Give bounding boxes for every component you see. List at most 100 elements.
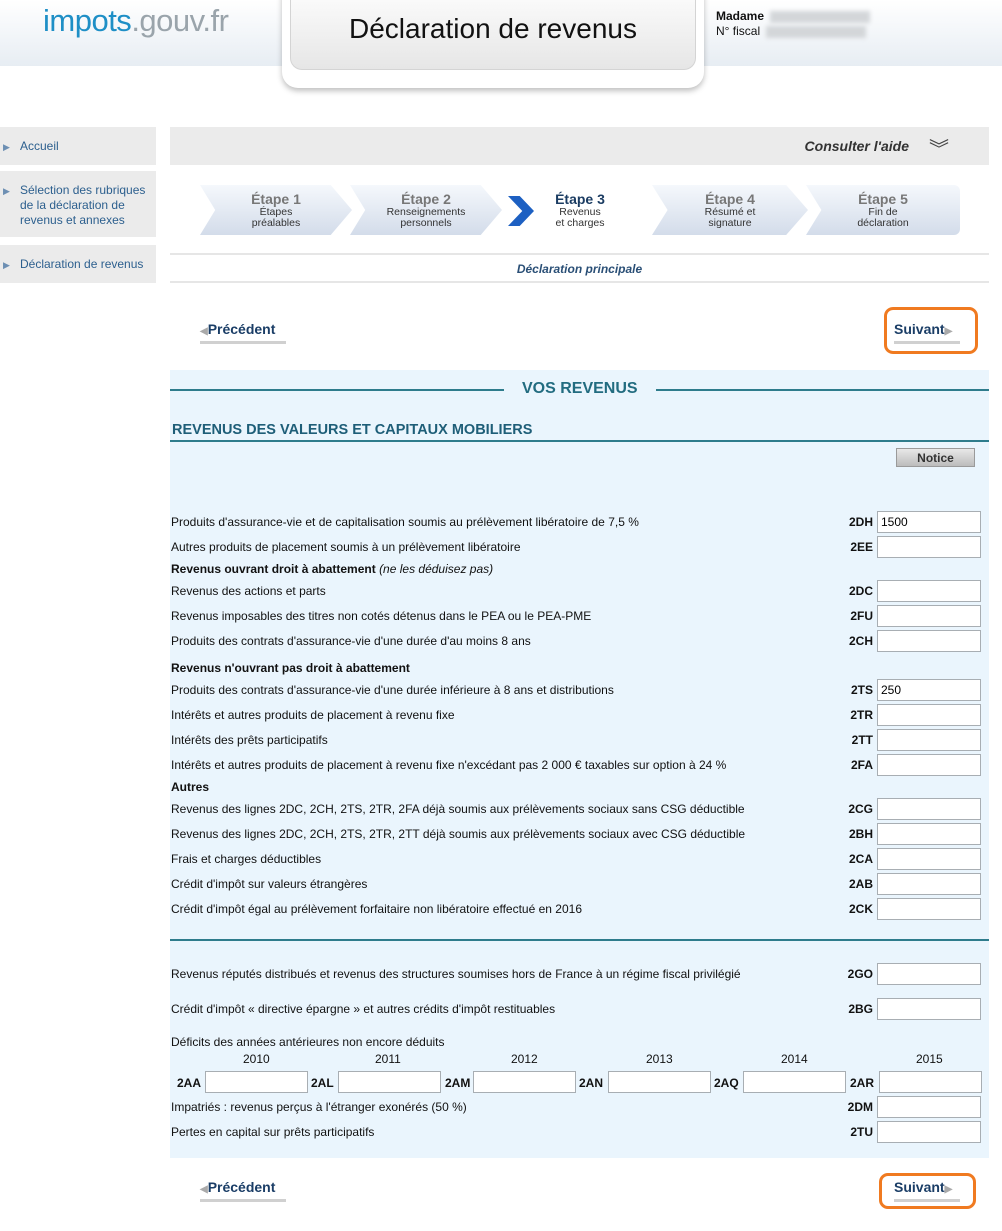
declaration-principale-title: Déclaration principale bbox=[170, 253, 989, 283]
form-row-2ca: Frais et charges déductibles 2CA bbox=[171, 848, 981, 870]
row-code: 2CA bbox=[848, 852, 873, 866]
row-label: Frais et charges déductibles bbox=[171, 852, 322, 866]
row-code: 2DM bbox=[847, 1100, 873, 1114]
row-label: Pertes en capital sur prêts participatif… bbox=[171, 1125, 375, 1139]
field-2am[interactable] bbox=[473, 1071, 576, 1093]
deficit-code: 2AR bbox=[850, 1076, 875, 1090]
deficit-code: 2AQ bbox=[714, 1076, 739, 1090]
row-code: 2EE bbox=[850, 540, 873, 554]
bullet-icon: ▶ bbox=[3, 142, 10, 152]
field-2dc[interactable] bbox=[877, 580, 981, 602]
page-title: Déclaration de revenus bbox=[290, 0, 696, 70]
row-code: 2BG bbox=[848, 1002, 873, 1016]
step-1: Étape 1 Étapes préalables bbox=[200, 185, 352, 235]
row-code: 2TR bbox=[850, 708, 873, 722]
row-label: Autres produits de placement soumis à un… bbox=[171, 540, 521, 554]
section-title: REVENUS DES VALEURS ET CAPITAUX MOBILIER… bbox=[172, 422, 533, 438]
arrow-right-icon: ▶ bbox=[944, 1184, 953, 1195]
field-2bh[interactable] bbox=[877, 823, 981, 845]
row-code: 2CH bbox=[848, 634, 873, 648]
field-2ts[interactable] bbox=[877, 679, 981, 701]
notice-button[interactable]: Notice bbox=[896, 448, 975, 467]
step-3-current: Étape 3 Revenus et charges bbox=[540, 185, 620, 235]
form-row-2dc: Revenus des actions et parts 2DC bbox=[171, 580, 981, 602]
logo-text-domain: .gouv.fr bbox=[131, 3, 229, 38]
row-code: 2DH bbox=[848, 515, 873, 529]
deficit-year: 2010 bbox=[243, 1052, 270, 1066]
step-number: Étape 1 bbox=[251, 191, 301, 207]
field-2ar[interactable] bbox=[879, 1071, 982, 1093]
deficit-year: 2015 bbox=[916, 1052, 943, 1066]
section-underline bbox=[170, 440, 989, 442]
field-2dh[interactable] bbox=[877, 511, 981, 533]
field-2fu[interactable] bbox=[877, 605, 981, 627]
field-2ck[interactable] bbox=[877, 898, 981, 920]
form-row-2cg: Revenus des lignes 2DC, 2CH, 2TS, 2TR, 2… bbox=[171, 798, 981, 820]
next-button-bottom[interactable]: Suivant▶ bbox=[894, 1179, 960, 1202]
step-2: Étape 2 Renseignements personnels bbox=[350, 185, 502, 235]
fiscal-label: N° fiscal bbox=[716, 24, 761, 38]
field-2ee[interactable] bbox=[877, 536, 981, 558]
sidebar-item-label: Accueil bbox=[20, 139, 59, 153]
arrow-left-icon: ◀ bbox=[200, 1184, 208, 1195]
previous-button-bottom[interactable]: ◀Précédent bbox=[200, 1179, 286, 1202]
field-2ca[interactable] bbox=[877, 848, 981, 870]
field-2tu[interactable] bbox=[877, 1121, 981, 1143]
field-2cg[interactable] bbox=[877, 798, 981, 820]
form-row-2bh: Revenus des lignes 2DC, 2CH, 2TS, 2TR, 2… bbox=[171, 823, 981, 845]
row-label: Produits des contrats d'assurance-vie d'… bbox=[171, 634, 531, 648]
field-2dm[interactable] bbox=[877, 1096, 981, 1118]
deficit-year: 2011 bbox=[375, 1052, 401, 1066]
row-label: Intérêts et autres produits de placement… bbox=[171, 758, 727, 772]
form-row-2fu: Revenus imposables des titres non cotés … bbox=[171, 605, 981, 627]
field-2bg[interactable] bbox=[877, 998, 981, 1020]
row-label: Produits d'assurance-vie et de capitalis… bbox=[171, 515, 639, 529]
site-logo[interactable]: impots.gouv.fr bbox=[43, 3, 229, 39]
field-2tt[interactable] bbox=[877, 729, 981, 751]
field-2aa[interactable] bbox=[205, 1071, 308, 1093]
field-2ch[interactable] bbox=[877, 630, 981, 652]
row-code: 2CG bbox=[848, 802, 873, 816]
row-label: Revenus réputés distribués et revenus de… bbox=[171, 967, 741, 981]
sidebar-item-selection-rubriques[interactable]: ▶ Sélection des rubriques de la déclarat… bbox=[0, 171, 156, 237]
field-2aq[interactable] bbox=[743, 1071, 846, 1093]
row-label: Crédit d'impôt « directive épargne » et … bbox=[171, 1002, 556, 1016]
deficit-year: 2013 bbox=[646, 1052, 673, 1066]
sidebar-item-accueil[interactable]: ▶ Accueil bbox=[0, 127, 156, 165]
previous-button-top[interactable]: ◀Précédent bbox=[200, 321, 286, 344]
previous-label: Précédent bbox=[207, 321, 276, 337]
row-code: 2AB bbox=[848, 877, 873, 891]
row-label: Produits des contrats d'assurance-vie d'… bbox=[171, 683, 614, 697]
row-code: 2BH bbox=[848, 827, 873, 841]
step-desc: préalables bbox=[251, 217, 301, 229]
step-5: Étape 5 Fin de déclaration bbox=[806, 185, 960, 235]
field-2ab[interactable] bbox=[877, 873, 981, 895]
deficit-year: 2012 bbox=[511, 1052, 538, 1066]
current-step-arrow-icon bbox=[508, 196, 534, 226]
step-4: Étape 4 Résumé et signature bbox=[652, 185, 808, 235]
row-code: 2DC bbox=[848, 584, 873, 598]
form-row-2ts: Produits des contrats d'assurance-vie d'… bbox=[171, 679, 981, 701]
step-desc: signature bbox=[708, 217, 752, 229]
field-2al[interactable] bbox=[338, 1071, 441, 1093]
vos-revenus-title: VOS REVENUS bbox=[504, 380, 656, 398]
double-chevron-down-icon[interactable]: ︾ bbox=[929, 133, 949, 162]
next-label: Suivant bbox=[894, 321, 945, 337]
deficit-code: 2AM bbox=[445, 1076, 471, 1090]
field-2an[interactable] bbox=[608, 1071, 711, 1093]
field-2go[interactable] bbox=[877, 963, 981, 985]
step-desc: personnels bbox=[400, 217, 452, 229]
deficits-label: Déficits des années antérieures non enco… bbox=[171, 1035, 445, 1049]
form-row-2go: Revenus réputés distribués et revenus de… bbox=[171, 963, 981, 985]
field-2tr[interactable] bbox=[877, 704, 981, 726]
field-2fa[interactable] bbox=[877, 754, 981, 776]
form-row-2ee: Autres produits de placement soumis à un… bbox=[171, 536, 981, 558]
step-desc: et charges bbox=[555, 217, 605, 229]
step-number: Étape 5 bbox=[858, 191, 908, 207]
next-button-top[interactable]: Suivant▶ bbox=[894, 321, 960, 344]
income-form: VOS REVENUS REVENUS DES VALEURS ET CAPIT… bbox=[170, 370, 989, 1158]
sidebar-item-declaration[interactable]: ▶ Déclaration de revenus bbox=[0, 245, 156, 283]
row-code: 2TT bbox=[851, 733, 873, 747]
step-number: Étape 4 bbox=[705, 191, 755, 207]
help-link[interactable]: Consulter l'aide bbox=[805, 138, 909, 154]
